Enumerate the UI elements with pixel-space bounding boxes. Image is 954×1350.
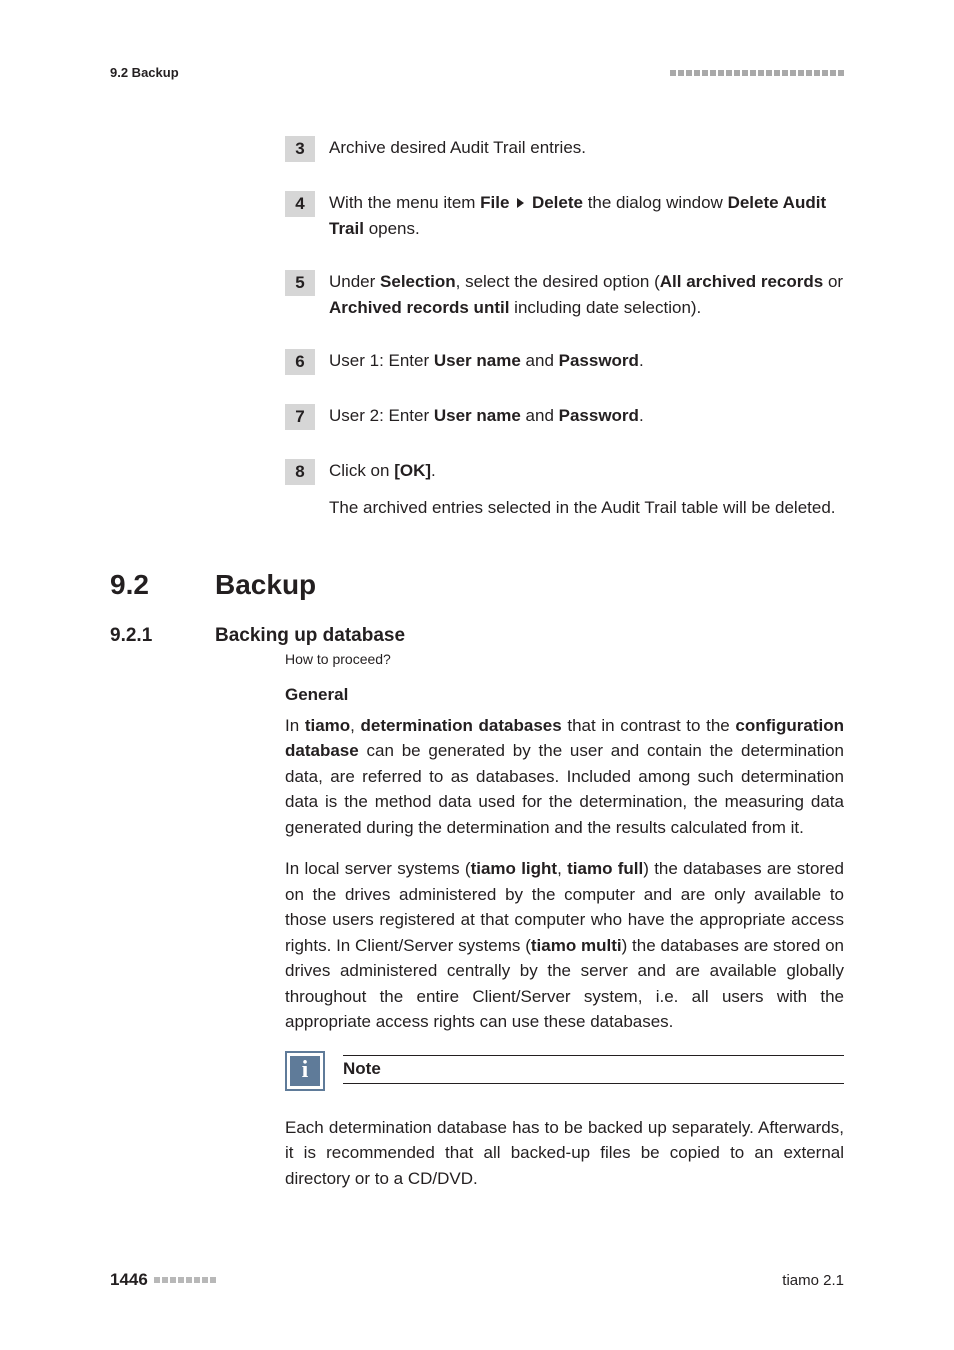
step-body: With the menu item File Delete the dialo…	[329, 190, 844, 241]
note-block: i Note Each determination database has t…	[285, 1051, 844, 1192]
section-number: 9.2.1	[110, 625, 215, 647]
step-number: 3	[285, 136, 315, 162]
step-body: Archive desired Audit Trail entries.	[329, 135, 844, 161]
list-item: 3 Archive desired Audit Trail entries.	[285, 135, 844, 162]
list-item: 7 User 2: Enter User name and Password.	[285, 403, 844, 430]
list-item: 4 With the menu item File Delete the dia…	[285, 190, 844, 241]
step-number: 8	[285, 459, 315, 485]
running-head-left: 9.2 Backup	[110, 65, 179, 80]
step-number: 4	[285, 191, 315, 217]
step-number: 6	[285, 349, 315, 375]
decorative-dots-icon	[154, 1277, 216, 1283]
section-heading: 9.2.1 Backing up database	[110, 625, 844, 647]
step-number: 7	[285, 404, 315, 430]
step-body: User 2: Enter User name and Password.	[329, 403, 844, 429]
page-number: 1446	[110, 1270, 216, 1290]
note-head: i Note	[285, 1051, 844, 1091]
page: 9.2 Backup 3 Archive desired Audit Trail…	[0, 0, 954, 1350]
info-icon: i	[285, 1051, 325, 1091]
footer-right: tiamo 2.1	[782, 1272, 844, 1289]
section-body: General In tiamo, determination database…	[285, 685, 844, 1192]
howto-label: How to proceed?	[285, 651, 844, 667]
steps-list: 3 Archive desired Audit Trail entries. 4…	[285, 135, 844, 521]
list-item: 8 Click on [OK].	[285, 458, 844, 485]
step-body: Under Selection, select the desired opti…	[329, 269, 844, 320]
paragraph: In tiamo, determination databases that i…	[285, 713, 844, 841]
step-body: Click on [OK].	[329, 458, 844, 484]
running-head: 9.2 Backup	[110, 65, 844, 80]
page-footer: 1446 tiamo 2.1	[110, 1270, 844, 1290]
section-title: Backing up database	[215, 625, 405, 647]
note-body: Each determination database has to be ba…	[285, 1115, 844, 1192]
list-item: 5 Under Selection, select the desired op…	[285, 269, 844, 320]
general-subhead: General	[285, 685, 844, 705]
note-title: Note	[343, 1055, 844, 1084]
step-body: User 1: Enter User name and Password.	[329, 348, 844, 374]
step-number: 5	[285, 270, 315, 296]
chapter-title: Backup	[215, 569, 316, 601]
chapter-number: 9.2	[110, 569, 215, 601]
step-result: The archived entries selected in the Aud…	[329, 495, 844, 521]
paragraph: In local server systems (tiamo light, ti…	[285, 856, 844, 1035]
decorative-dots-icon	[670, 70, 844, 76]
list-item: 6 User 1: Enter User name and Password.	[285, 348, 844, 375]
chapter-heading: 9.2 Backup	[110, 569, 844, 601]
